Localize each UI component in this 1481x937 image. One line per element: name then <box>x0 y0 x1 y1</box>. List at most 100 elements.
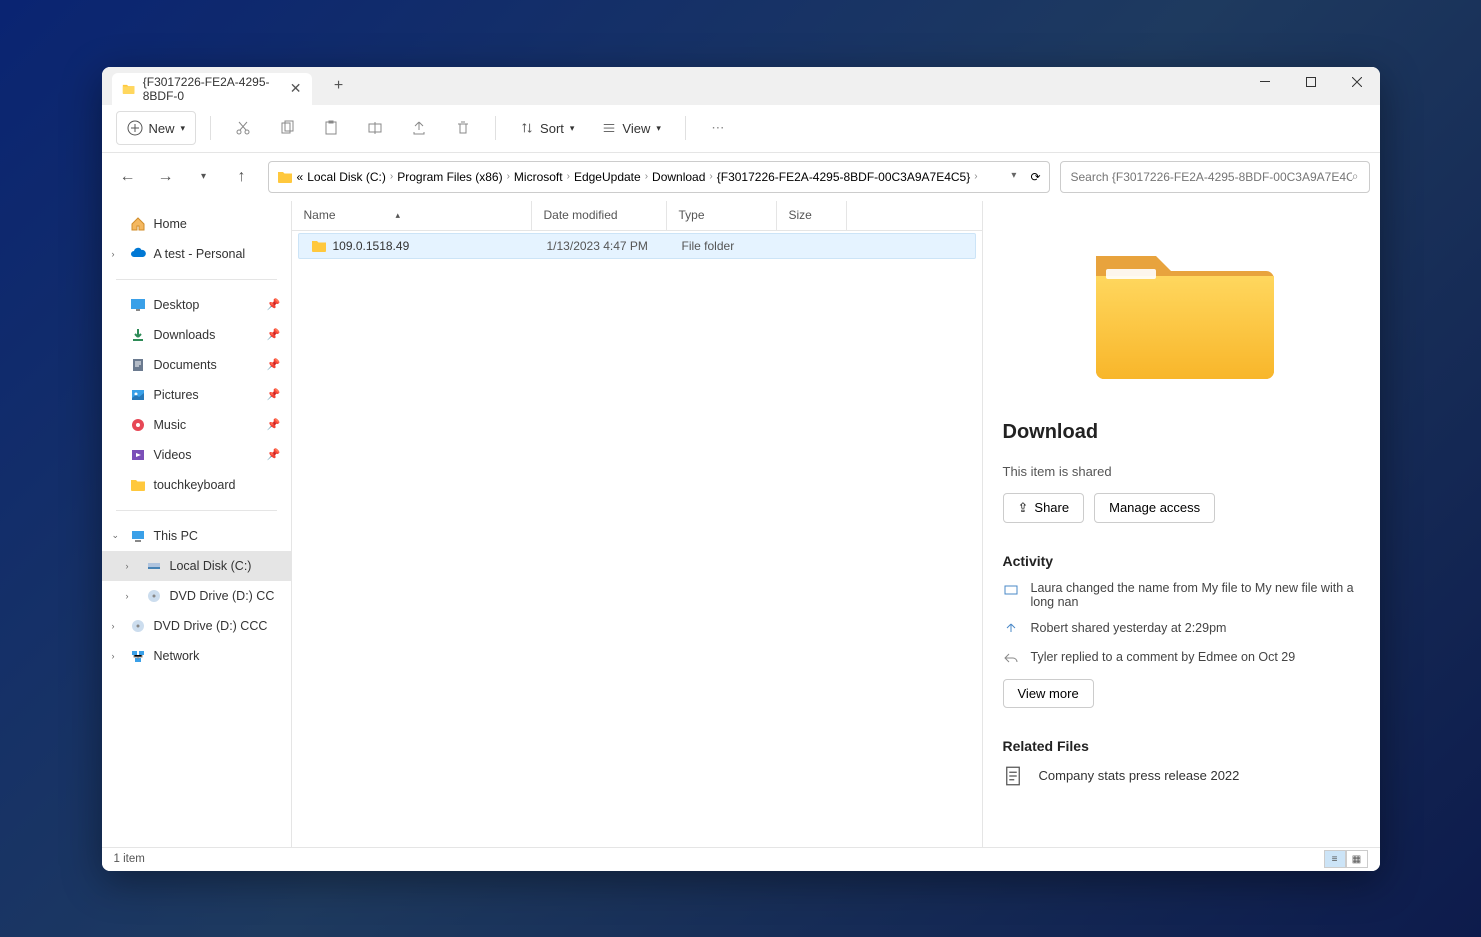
cut-icon <box>235 120 251 136</box>
details-view-button[interactable]: ≡ <box>1324 850 1346 868</box>
related-file-item[interactable]: Company stats press release 2022 <box>1003 766 1360 786</box>
breadcrumb[interactable]: Download <box>652 170 705 184</box>
related-heading: Related Files <box>1003 738 1360 754</box>
chevron-down-icon: ⌄ <box>112 530 120 541</box>
view-label: View <box>622 121 650 136</box>
close-window-button[interactable] <box>1334 67 1380 97</box>
refresh-icon[interactable]: ⟳ <box>1030 170 1040 184</box>
breadcrumb[interactable]: {F3017226-FE2A-4295-8BDF-00C3A9A7E4C5} <box>717 170 971 184</box>
column-label: Date modified <box>544 208 618 222</box>
share-button[interactable]: ⇪Share <box>1003 493 1085 523</box>
up-button[interactable]: ↑ <box>226 161 258 193</box>
chevron-right-icon: › <box>112 651 115 661</box>
sidebar-videos[interactable]: Videos📌 <box>102 440 291 470</box>
pc-icon <box>130 528 146 544</box>
close-tab-icon[interactable]: ✕ <box>290 83 302 95</box>
sidebar-item-label: Downloads <box>154 328 216 342</box>
column-type[interactable]: Type <box>667 201 777 230</box>
breadcrumb[interactable]: EdgeUpdate <box>574 170 641 184</box>
sidebar-music[interactable]: Music📌 <box>102 410 291 440</box>
delete-button[interactable] <box>445 111 481 145</box>
toolbar: New ▾ Sort ▾ View ▾ ⋯ <box>102 105 1380 153</box>
back-icon: ← <box>120 168 136 186</box>
more-button[interactable]: ⋯ <box>700 111 736 145</box>
sort-icon <box>520 121 534 135</box>
sidebar-item-label: Home <box>154 217 187 231</box>
view-more-button[interactable]: View more <box>1003 679 1094 708</box>
downloads-icon <box>130 327 146 343</box>
paste-button[interactable] <box>313 111 349 145</box>
disc-icon <box>146 588 162 604</box>
breadcrumb[interactable]: Local Disk (C:) <box>307 170 386 184</box>
rename-button[interactable] <box>357 111 393 145</box>
search-input[interactable] <box>1071 170 1352 184</box>
manage-access-button[interactable]: Manage access <box>1094 493 1215 523</box>
chevron-right-icon: › <box>567 171 570 182</box>
separator <box>685 116 686 140</box>
sidebar-network[interactable]: ›Network <box>102 641 291 671</box>
search-box[interactable]: ⌕ <box>1060 161 1370 193</box>
breadcrumb[interactable]: Microsoft <box>514 170 563 184</box>
thumbnails-view-button[interactable]: ▦ <box>1346 850 1368 868</box>
music-icon <box>130 417 146 433</box>
activity-text: Robert shared yesterday at 2:29pm <box>1031 621 1227 635</box>
sidebar-item-label: DVD Drive (D:) CCC <box>154 619 268 633</box>
rename-activity-icon <box>1003 582 1019 598</box>
chevron-right-icon: › <box>645 171 648 182</box>
pin-icon: 📌 <box>267 298 281 311</box>
item-count: 1 item <box>114 853 145 865</box>
new-button[interactable]: New ▾ <box>116 111 197 145</box>
maximize-button[interactable] <box>1288 67 1334 97</box>
details-pane: Download This item is shared ⇪Share Mana… <box>982 201 1380 847</box>
sidebar-thispc[interactable]: ⌄This PC <box>102 521 291 551</box>
sort-button[interactable]: Sort ▾ <box>510 111 584 145</box>
forward-icon: → <box>158 168 174 186</box>
share-icon: ⇪ <box>1018 500 1029 516</box>
pin-icon: 📌 <box>267 388 281 401</box>
share-button[interactable] <box>401 111 437 145</box>
folder-icon <box>122 81 135 97</box>
separator <box>210 116 211 140</box>
view-button[interactable]: View ▾ <box>592 111 670 145</box>
column-date[interactable]: Date modified <box>532 201 667 230</box>
chevron-down-icon[interactable]: ▾ <box>1011 170 1016 184</box>
view-toggle: ≡ ▦ <box>1324 850 1368 868</box>
sidebar-documents[interactable]: Documents📌 <box>102 350 291 380</box>
sidebar-onedrive[interactable]: › A test - Personal <box>102 239 291 269</box>
sidebar-desktop[interactable]: Desktop📌 <box>102 290 291 320</box>
chevron-right-icon: › <box>974 171 977 182</box>
activity-text: Tyler replied to a comment by Edmee on O… <box>1031 650 1296 664</box>
column-label: Size <box>789 208 812 222</box>
sidebar-dvd-drive-2[interactable]: › DVD Drive (D:) CCC <box>102 611 291 641</box>
copy-button[interactable] <box>269 111 305 145</box>
paste-icon <box>323 120 339 136</box>
file-row[interactable]: 109.0.1518.49 1/13/2023 4:47 PM File fol… <box>298 233 976 259</box>
disk-icon <box>146 558 162 574</box>
forward-button[interactable]: → <box>150 161 182 193</box>
column-name[interactable]: Name▴ <box>292 201 532 230</box>
minimize-button[interactable] <box>1242 67 1288 97</box>
recent-button[interactable]: ▾ <box>188 161 220 193</box>
sidebar-touchkeyboard[interactable]: touchkeyboard <box>102 470 291 500</box>
sidebar-local-disk[interactable]: ›Local Disk (C:) <box>102 551 291 581</box>
cut-button[interactable] <box>225 111 261 145</box>
sidebar-downloads[interactable]: Downloads📌 <box>102 320 291 350</box>
sidebar-pictures[interactable]: Pictures📌 <box>102 380 291 410</box>
sidebar-item-label: touchkeyboard <box>154 478 236 492</box>
overflow-indicator[interactable]: « <box>297 170 304 184</box>
tab-active[interactable]: {F3017226-FE2A-4295-8BDF-0 ✕ <box>112 73 312 105</box>
chevron-right-icon: › <box>112 621 115 631</box>
breadcrumb[interactable]: Program Files (x86) <box>397 170 502 184</box>
sidebar-home[interactable]: Home <box>102 209 291 239</box>
folder-icon <box>130 477 146 493</box>
details-shared-text: This item is shared <box>1003 464 1360 479</box>
sidebar-dvd-drive[interactable]: ›DVD Drive (D:) CC <box>102 581 291 611</box>
address-bar[interactable]: « Local Disk (C:)› Program Files (x86)› … <box>268 161 1050 193</box>
new-tab-button[interactable]: + <box>324 71 354 101</box>
back-button[interactable]: ← <box>112 161 144 193</box>
search-icon[interactable]: ⌕ <box>1352 169 1359 184</box>
column-size[interactable]: Size <box>777 201 847 230</box>
tab-title: {F3017226-FE2A-4295-8BDF-0 <box>143 75 282 103</box>
main-area: Home › A test - Personal Desktop📌 Downlo… <box>102 201 1380 847</box>
chevron-down-icon: ▾ <box>181 123 186 134</box>
